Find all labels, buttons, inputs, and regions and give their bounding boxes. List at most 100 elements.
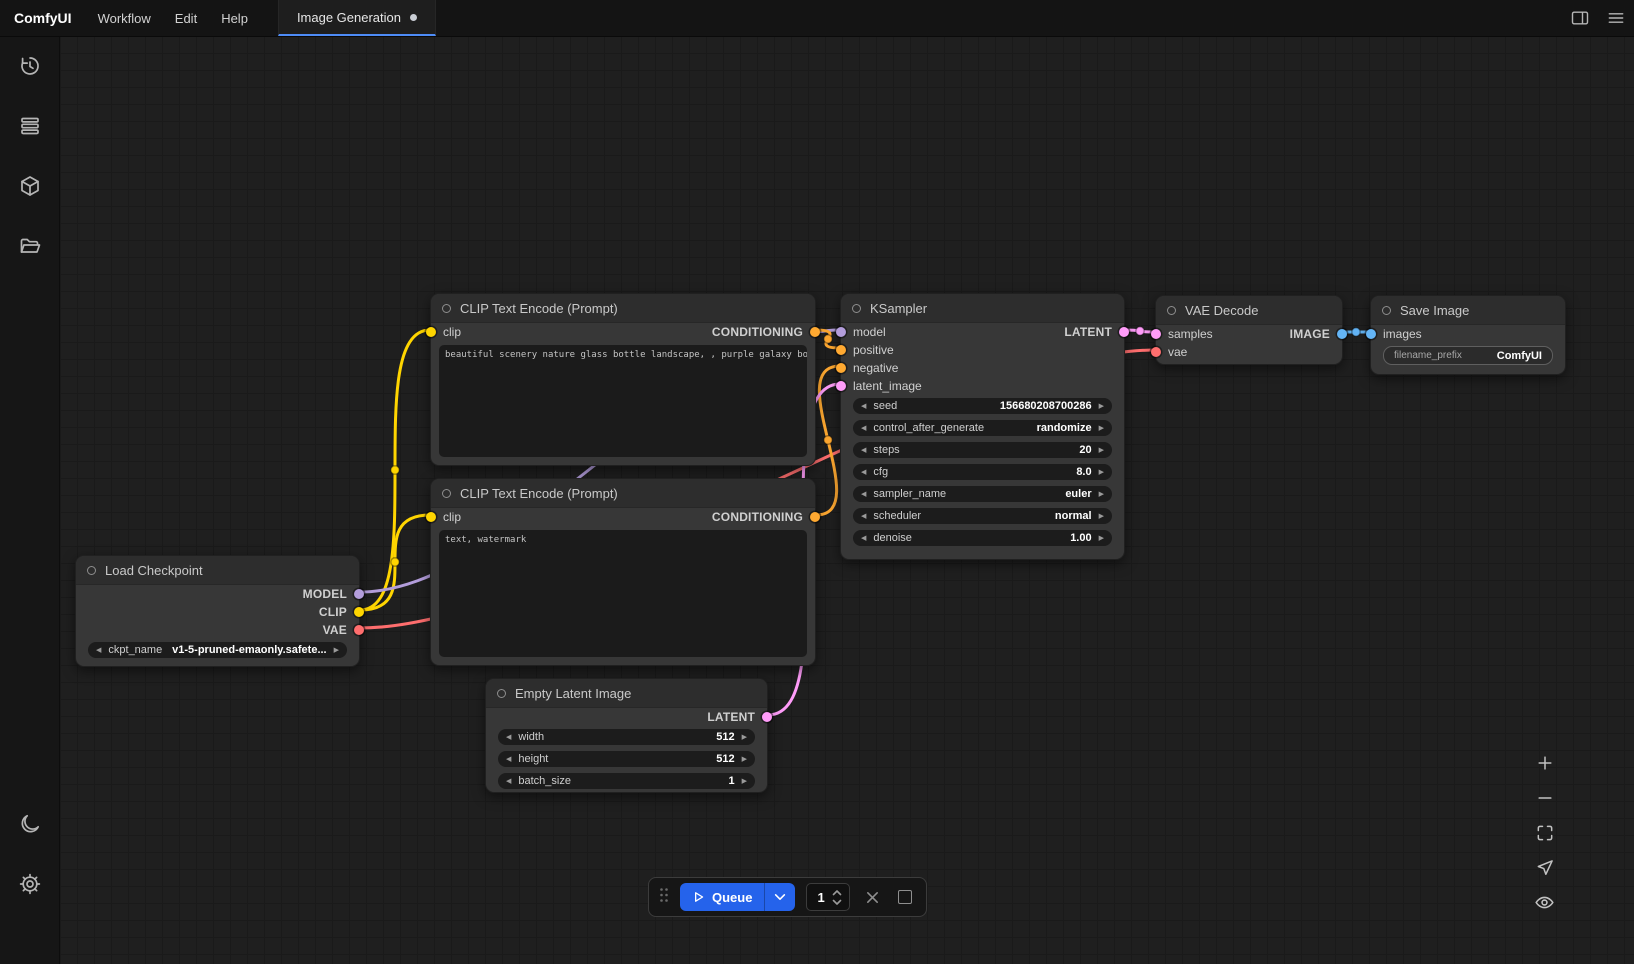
port-samples-input[interactable]	[1151, 329, 1161, 339]
increment-arrow-icon[interactable]	[742, 734, 747, 741]
decrement-arrow-icon[interactable]	[506, 756, 511, 763]
port-clip-input[interactable]	[426, 512, 436, 522]
node-load-checkpoint[interactable]: Load Checkpoint MODEL CLIP VAE ckpt_name…	[75, 555, 360, 667]
next-arrow-icon[interactable]	[1099, 425, 1104, 432]
collapse-icon[interactable]	[442, 489, 451, 498]
port-images-input[interactable]	[1366, 329, 1376, 339]
decrement-arrow-icon[interactable]	[506, 778, 511, 785]
node-header[interactable]: KSampler	[841, 294, 1124, 323]
drag-handle-icon[interactable]	[659, 887, 669, 908]
prev-arrow-icon[interactable]	[96, 647, 101, 654]
next-arrow-icon[interactable]	[1099, 491, 1104, 498]
next-arrow-icon[interactable]	[334, 647, 339, 654]
clear-queue-icon[interactable]	[894, 886, 916, 908]
hamburger-menu-icon[interactable]	[1598, 0, 1634, 36]
widget-cfg[interactable]: cfg 8.0	[853, 464, 1112, 480]
port-conditioning-output[interactable]	[810, 327, 820, 337]
node-library-icon[interactable]	[10, 106, 50, 146]
menu-help[interactable]: Help	[209, 11, 260, 26]
prompt-textarea[interactable]: text, watermark	[439, 530, 807, 657]
model-library-icon[interactable]	[10, 166, 50, 206]
queue-run-button[interactable]: Queue	[680, 883, 764, 911]
toggle-link-visibility-eye-icon[interactable]	[1533, 891, 1556, 914]
port-clip-input[interactable]	[426, 327, 436, 337]
node-header[interactable]: CLIP Text Encode (Prompt)	[431, 294, 815, 323]
port-clip-output[interactable]	[354, 607, 364, 617]
collapse-icon[interactable]	[1167, 306, 1176, 315]
node-clip-text-encode-negative[interactable]: CLIP Text Encode (Prompt) clip CONDITION…	[430, 478, 816, 666]
node-header[interactable]: VAE Decode	[1156, 296, 1342, 325]
port-conditioning-output[interactable]	[810, 512, 820, 522]
node-vae-decode[interactable]: VAE Decode samples IMAGE vae	[1155, 295, 1343, 365]
prompt-textarea[interactable]: beautiful scenery nature glass bottle la…	[439, 345, 807, 457]
port-latent-output[interactable]	[1119, 327, 1129, 337]
widget-height[interactable]: height 512	[498, 751, 755, 767]
port-latent-output[interactable]	[762, 712, 772, 722]
stepper-down-icon[interactable]	[832, 899, 842, 905]
decrement-arrow-icon[interactable]	[861, 469, 866, 476]
port-model-input[interactable]	[836, 327, 846, 337]
port-latent-input[interactable]	[836, 381, 846, 391]
increment-arrow-icon[interactable]	[742, 778, 747, 785]
prev-arrow-icon[interactable]	[861, 425, 866, 432]
history-icon[interactable]	[10, 46, 50, 86]
settings-gear-icon[interactable]	[10, 864, 50, 904]
stepper-up-icon[interactable]	[832, 890, 842, 896]
theme-toggle-moon-icon[interactable]	[10, 804, 50, 844]
fit-view-icon[interactable]	[1533, 821, 1556, 844]
batch-count-stepper[interactable]: 1	[806, 883, 850, 911]
collapse-icon[interactable]	[852, 304, 861, 313]
cancel-run-icon[interactable]	[861, 886, 883, 908]
port-model-output[interactable]	[354, 589, 364, 599]
increment-arrow-icon[interactable]	[1099, 469, 1104, 476]
increment-arrow-icon[interactable]	[1099, 535, 1104, 542]
workflows-folder-icon[interactable]	[10, 226, 50, 266]
widget-width[interactable]: width 512	[498, 729, 755, 745]
collapse-icon[interactable]	[87, 566, 96, 575]
widget-steps[interactable]: steps 20	[853, 442, 1112, 458]
prev-arrow-icon[interactable]	[861, 513, 866, 520]
decrement-arrow-icon[interactable]	[861, 535, 866, 542]
port-negative-input[interactable]	[836, 363, 846, 373]
decrement-arrow-icon[interactable]	[506, 734, 511, 741]
node-graph-canvas[interactable]: Load Checkpoint MODEL CLIP VAE ckpt_name…	[60, 36, 1634, 964]
increment-arrow-icon[interactable]	[1099, 447, 1104, 454]
zoom-in-icon[interactable]	[1533, 751, 1556, 774]
collapse-icon[interactable]	[442, 304, 451, 313]
node-header[interactable]: Load Checkpoint	[76, 556, 359, 585]
port-image-output[interactable]	[1337, 329, 1347, 339]
collapse-icon[interactable]	[497, 689, 506, 698]
widget-scheduler[interactable]: scheduler normal	[853, 508, 1112, 524]
queue-options-caret[interactable]	[764, 883, 795, 911]
node-save-image[interactable]: Save Image images filename_prefix ComfyU…	[1370, 295, 1566, 375]
widget-seed[interactable]: seed 156680208700286	[853, 398, 1112, 414]
toggle-panel-icon[interactable]	[1562, 0, 1598, 36]
port-vae-input[interactable]	[1151, 347, 1161, 357]
node-empty-latent-image[interactable]: Empty Latent Image LATENT width 512 heig…	[485, 678, 768, 793]
widget-control-after-generate[interactable]: control_after_generate randomize	[853, 420, 1112, 436]
increment-arrow-icon[interactable]	[742, 756, 747, 763]
increment-arrow-icon[interactable]	[1099, 403, 1104, 410]
node-clip-text-encode-positive[interactable]: CLIP Text Encode (Prompt) clip CONDITION…	[430, 293, 816, 466]
widget-denoise[interactable]: denoise 1.00	[853, 530, 1112, 546]
port-vae-output[interactable]	[354, 625, 364, 635]
node-header[interactable]: Save Image	[1371, 296, 1565, 325]
widget-batch-size[interactable]: batch_size 1	[498, 773, 755, 789]
widget-sampler-name[interactable]: sampler_name euler	[853, 486, 1112, 502]
decrement-arrow-icon[interactable]	[861, 447, 866, 454]
next-arrow-icon[interactable]	[1099, 513, 1104, 520]
node-header[interactable]: Empty Latent Image	[486, 679, 767, 708]
menu-edit[interactable]: Edit	[163, 11, 209, 26]
tab-image-generation[interactable]: Image Generation	[278, 0, 436, 36]
decrement-arrow-icon[interactable]	[861, 403, 866, 410]
widget-filename-prefix[interactable]: filename_prefix ComfyUI	[1383, 346, 1553, 365]
zoom-out-icon[interactable]	[1533, 786, 1556, 809]
node-header[interactable]: CLIP Text Encode (Prompt)	[431, 479, 815, 508]
prev-arrow-icon[interactable]	[861, 491, 866, 498]
menu-workflow[interactable]: Workflow	[86, 11, 163, 26]
select-mode-icon[interactable]	[1533, 856, 1556, 879]
collapse-icon[interactable]	[1382, 306, 1391, 315]
node-ksampler[interactable]: KSampler model LATENT positive negative …	[840, 293, 1125, 560]
widget-ckpt-name[interactable]: ckpt_name v1-5-pruned-emaonly.safete...	[88, 642, 347, 658]
port-positive-input[interactable]	[836, 345, 846, 355]
